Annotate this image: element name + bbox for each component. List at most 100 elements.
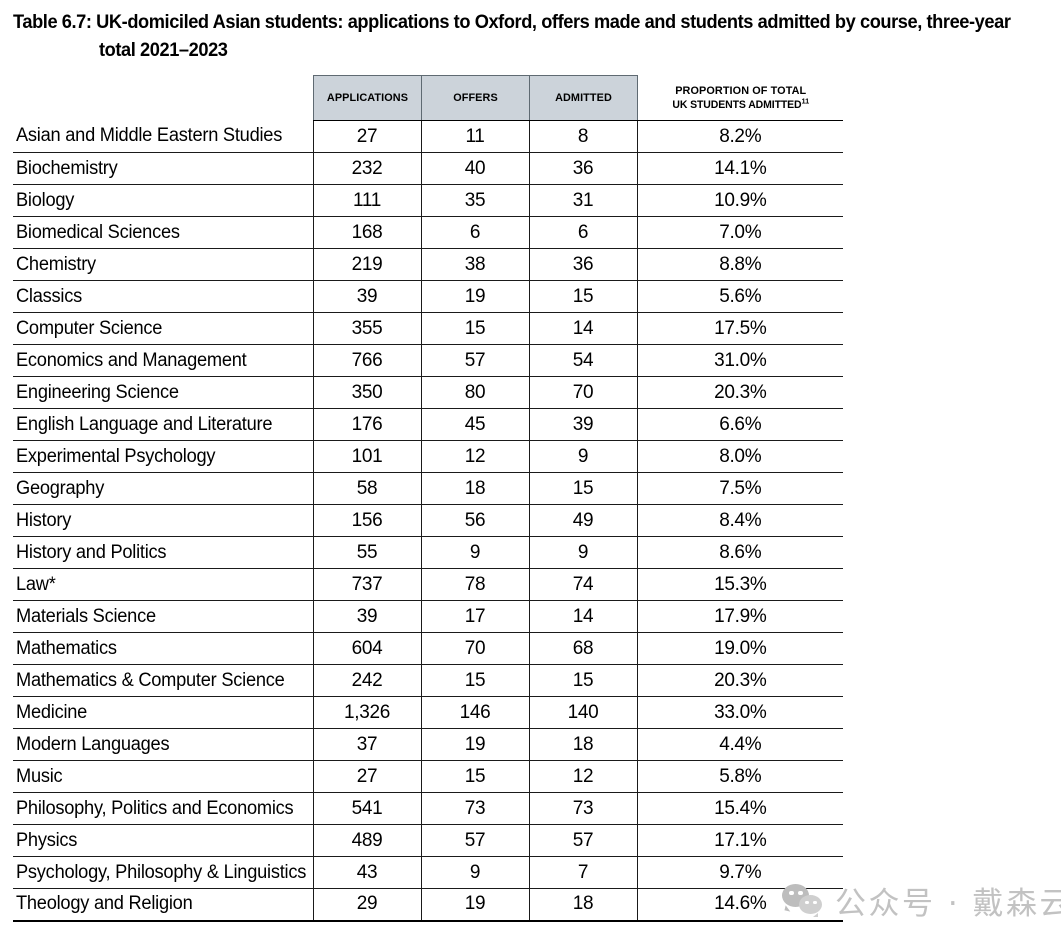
cell-course: Medicine xyxy=(13,696,313,729)
table-header: APPLICATIONS OFFERS ADMITTED PROPORTION … xyxy=(13,75,843,121)
course-name: Computer Science xyxy=(16,317,163,339)
cell-proportion: 7.0% xyxy=(636,216,843,249)
table-row: English Language and Literature 176 45 39 6.… xyxy=(13,408,843,441)
cell-proportion: 20.3% xyxy=(636,376,843,409)
cell-applications: 219 xyxy=(312,248,421,281)
cell-applications: 176 xyxy=(312,408,421,441)
cell-admitted: 68 xyxy=(528,632,637,665)
cell-proportion: 19.0% xyxy=(636,632,843,665)
cell-admitted: 15 xyxy=(528,472,637,505)
cell-offers: 80 xyxy=(420,376,529,409)
table-row: Materials Science 39 17 14 17.9% xyxy=(13,600,843,633)
cell-admitted: 57 xyxy=(528,824,637,857)
course-name: Asian and Middle Eastern Studies xyxy=(16,125,283,147)
cell-applications: 766 xyxy=(312,344,421,377)
cell-offers: 35 xyxy=(420,184,529,217)
table-row: Chemistry 219 38 36 8.8% xyxy=(13,248,843,281)
cell-offers: 15 xyxy=(420,760,529,793)
cell-offers: 17 xyxy=(420,600,529,633)
course-name: Physics xyxy=(16,829,78,851)
cell-applications: 541 xyxy=(312,792,421,825)
cell-course: History xyxy=(13,504,313,537)
cell-course: English Language and Literature xyxy=(13,408,313,441)
column-header-offers-label: OFFERS xyxy=(452,92,498,104)
cell-offers: 56 xyxy=(420,504,529,537)
cell-course: Chemistry xyxy=(13,248,313,281)
cell-offers: 9 xyxy=(420,856,529,889)
cell-admitted: 73 xyxy=(528,792,637,825)
course-name: Biomedical Sciences xyxy=(16,221,180,243)
cell-admitted: 14 xyxy=(528,312,637,345)
cell-admitted: 9 xyxy=(528,440,637,473)
cell-proportion: 8.8% xyxy=(636,248,843,281)
cell-offers: 57 xyxy=(420,824,529,857)
cell-offers: 15 xyxy=(420,312,529,345)
cell-offers: 78 xyxy=(420,568,529,601)
cell-applications: 29 xyxy=(312,888,421,922)
cell-course: History and Politics xyxy=(13,536,313,569)
cell-applications: 58 xyxy=(312,472,421,505)
table-row: Classics 39 19 15 5.6% xyxy=(13,280,843,313)
cell-offers: 70 xyxy=(420,632,529,665)
cell-proportion: 33.0% xyxy=(636,696,843,729)
table-row: Psychology, Philosophy & Linguistics 43 9 7… xyxy=(13,856,843,889)
course-name: Geography xyxy=(16,477,105,499)
table-row: Economics and Management 766 57 54 31.0% xyxy=(13,344,843,377)
cell-proportion: 8.4% xyxy=(636,504,843,537)
course-name: Medicine xyxy=(16,701,88,723)
course-name: Mathematics xyxy=(16,637,117,659)
cell-applications: 55 xyxy=(312,536,421,569)
cell-admitted: 15 xyxy=(528,664,637,697)
cell-offers: 146 xyxy=(420,696,529,729)
column-header-applications: APPLICATIONS xyxy=(312,75,422,121)
cell-proportion: 5.6% xyxy=(636,280,843,313)
cell-proportion: 14.1% xyxy=(636,152,843,185)
cell-course: Economics and Management xyxy=(13,344,313,377)
column-header-proportion-line2-text: UK STUDENTS ADMITTED xyxy=(671,98,802,111)
cell-applications: 37 xyxy=(312,728,421,761)
course-name: Law* xyxy=(16,573,56,595)
table-row: Engineering Science 350 80 70 20.3% xyxy=(13,376,843,409)
table-caption: Table 6.7: UK-domiciled Asian students: … xyxy=(13,8,1053,64)
header-row: APPLICATIONS OFFERS ADMITTED PROPORTION … xyxy=(13,75,843,121)
cell-offers: 45 xyxy=(420,408,529,441)
cell-applications: 1,326 xyxy=(312,696,421,729)
cell-applications: 156 xyxy=(312,504,421,537)
cell-course: Engineering Science xyxy=(13,376,313,409)
cell-proportion: 5.8% xyxy=(636,760,843,793)
cell-offers: 73 xyxy=(420,792,529,825)
course-name: Economics and Management xyxy=(16,349,247,371)
cell-applications: 355 xyxy=(312,312,421,345)
cell-admitted: 74 xyxy=(528,568,637,601)
cell-admitted: 36 xyxy=(528,248,637,281)
cell-course: Computer Science xyxy=(13,312,313,345)
cell-offers: 19 xyxy=(420,280,529,313)
cell-admitted: 8 xyxy=(528,120,637,153)
column-header-proportion-line1: PROPORTION OF TOTAL xyxy=(674,84,806,97)
cell-admitted: 31 xyxy=(528,184,637,217)
cell-offers: 19 xyxy=(420,888,529,922)
cell-offers: 15 xyxy=(420,664,529,697)
cell-applications: 101 xyxy=(312,440,421,473)
cell-admitted: 18 xyxy=(528,888,637,922)
cell-course: Geography xyxy=(13,472,313,505)
cell-course: Music xyxy=(13,760,313,793)
table-body: Asian and Middle Eastern Studies 27 11 8 8.2… xyxy=(13,120,843,922)
cell-offers: 19 xyxy=(420,728,529,761)
column-header-offers: OFFERS xyxy=(420,75,530,121)
course-name: Philosophy, Politics and Economics xyxy=(16,797,294,819)
column-header-applications-label: APPLICATIONS xyxy=(326,92,408,104)
cell-offers: 40 xyxy=(420,152,529,185)
cell-admitted: 6 xyxy=(528,216,637,249)
cell-proportion: 15.3% xyxy=(636,568,843,601)
table-row: Geography 58 18 15 7.5% xyxy=(13,472,843,505)
cell-proportion: 14.6% xyxy=(636,888,843,922)
cell-applications: 43 xyxy=(312,856,421,889)
course-name: Music xyxy=(16,765,63,787)
course-name: Mathematics & Computer Science xyxy=(16,669,285,691)
cell-applications: 737 xyxy=(312,568,421,601)
cell-proportion: 8.2% xyxy=(636,120,843,153)
course-name: Biology xyxy=(16,189,75,211)
cell-course: Theology and Religion xyxy=(13,888,313,922)
cell-course: Philosophy, Politics and Economics xyxy=(13,792,313,825)
